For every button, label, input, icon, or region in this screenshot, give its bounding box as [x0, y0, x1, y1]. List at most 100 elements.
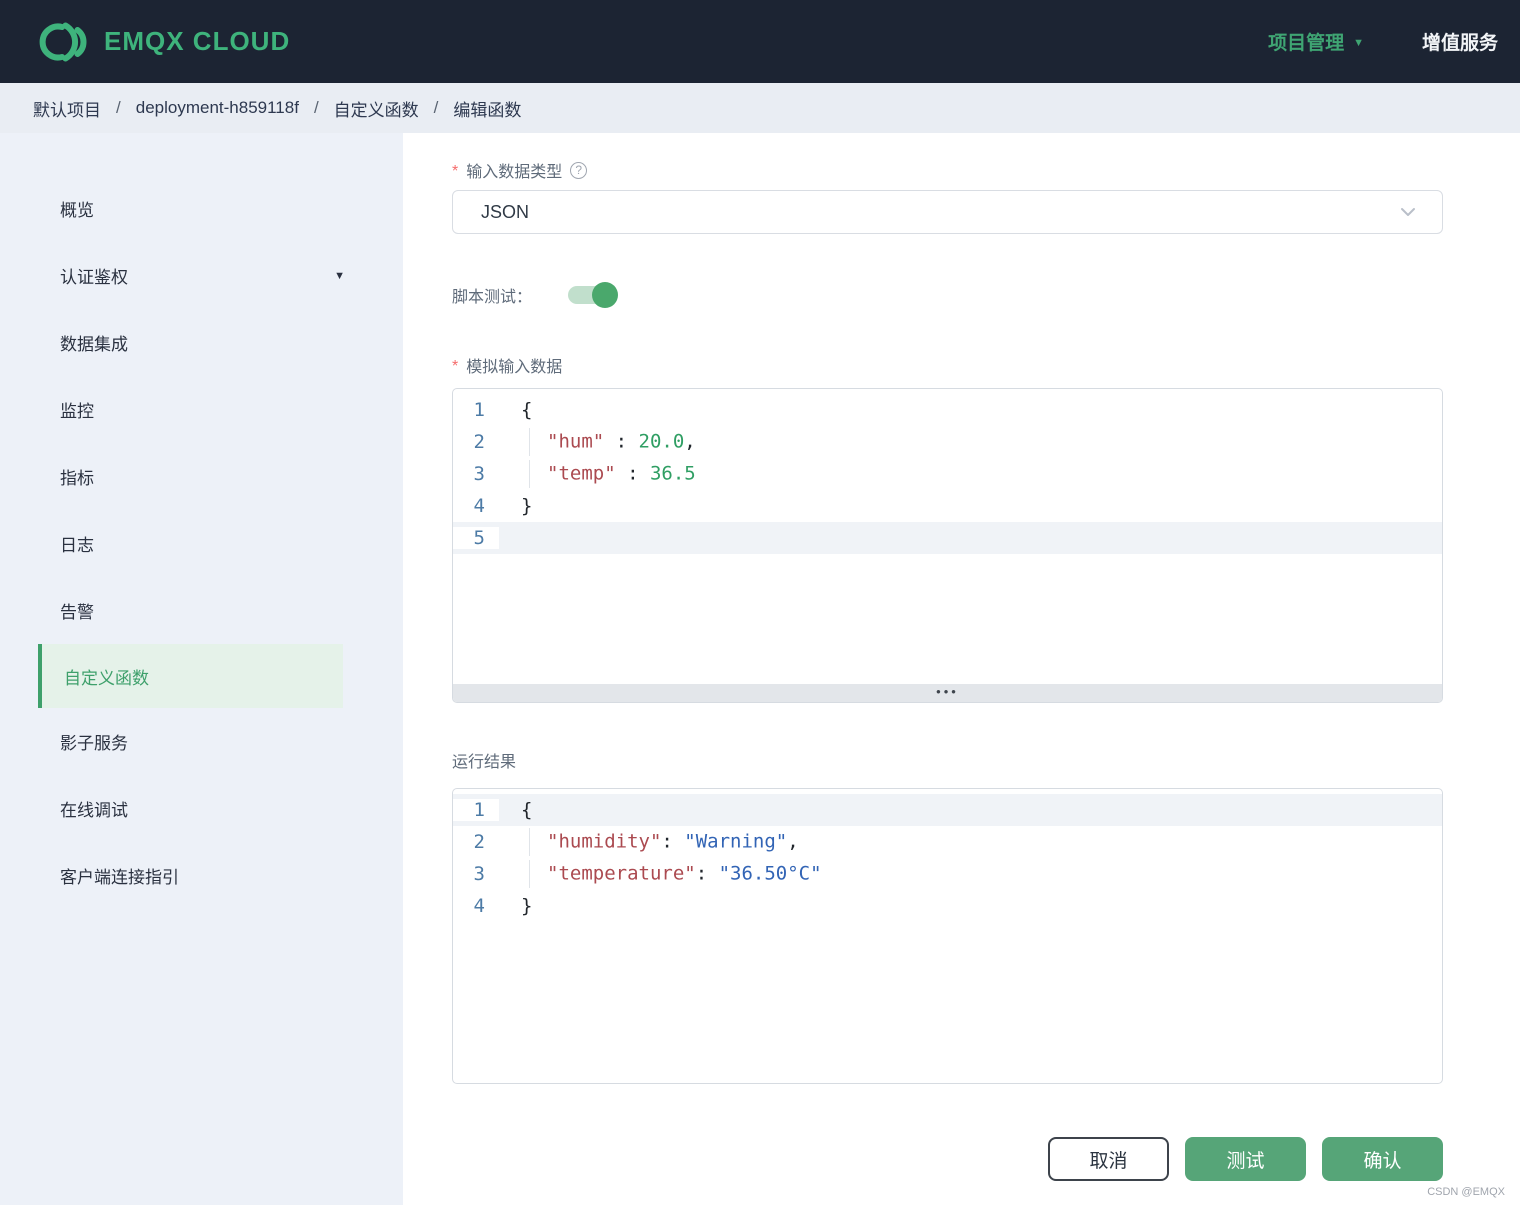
sidebar-item-label: 日志	[60, 536, 94, 555]
script-test-label: 脚本测试：	[452, 289, 533, 306]
code-content: "temp" : 36.5	[499, 460, 696, 488]
required-asterisk: *	[452, 358, 459, 375]
sidebar-item-label: 认证鉴权	[60, 268, 128, 287]
sidebar-item-5[interactable]: 日志	[0, 510, 403, 577]
sidebar-item-label: 自定义函数	[64, 668, 149, 688]
caret-down-icon: ▼	[334, 269, 345, 282]
code-line[interactable]: 1{	[453, 794, 1442, 826]
sidebar-item-label: 在线调试	[60, 801, 128, 820]
brand: EMQX CLOUD	[32, 18, 290, 66]
sidebar-item-10[interactable]: 客户端连接指引	[0, 842, 403, 909]
code-line[interactable]: 3 "temp" : 36.5	[453, 458, 1442, 490]
watermark: CSDN @EMQX	[1427, 1186, 1505, 1198]
code-content: "humidity": "Warning",	[499, 828, 799, 856]
sidebar-item-2[interactable]: 数据集成	[0, 309, 403, 376]
input-type-label: 输入数据类型	[466, 164, 563, 181]
code-token-str: "36.50°C"	[718, 862, 822, 885]
breadcrumb-item[interactable]: 编辑函数	[453, 96, 521, 121]
code-content: }	[499, 895, 532, 917]
code-token-plain: :	[695, 862, 719, 885]
emqx-logo-icon	[39, 22, 87, 61]
input-type-value: JSON	[481, 201, 530, 222]
code-token-str: "Warning"	[684, 830, 788, 853]
code-line[interactable]: 2 "humidity": "Warning",	[453, 826, 1442, 858]
code-line[interactable]: 4}	[453, 490, 1442, 522]
code-token-plain: ,	[787, 830, 799, 853]
breadcrumb-separator: /	[433, 98, 439, 117]
code-token-plain: {	[521, 399, 533, 421]
sim-input-label: 模拟输入数据	[466, 359, 563, 376]
indent-guide	[529, 860, 547, 888]
code-token-key: "temperature"	[547, 862, 696, 885]
help-icon[interactable]: ?	[570, 161, 588, 179]
code-token-plain: :	[604, 430, 639, 453]
caret-down-icon: ▼	[1353, 36, 1364, 49]
run-result-label: 运行结果	[452, 754, 517, 771]
code-token-plain: :	[661, 830, 685, 853]
editor-resize-handle[interactable]: •••	[453, 684, 1442, 702]
breadcrumb-separator: /	[116, 98, 121, 117]
sidebar-item-label: 客户端连接指引	[60, 868, 179, 887]
code-line[interactable]: 2 "hum" : 20.0,	[453, 426, 1442, 458]
value-added-services-link[interactable]: 增值服务	[1422, 28, 1498, 55]
chevron-down-icon	[1401, 208, 1415, 216]
cancel-button[interactable]: 取消	[1048, 1137, 1169, 1181]
code-line[interactable]: 1{	[453, 394, 1442, 426]
sidebar-item-9[interactable]: 在线调试	[0, 775, 403, 842]
breadcrumb-item[interactable]: 自定义函数	[334, 96, 419, 121]
code-line[interactable]: 4}	[453, 890, 1442, 922]
breadcrumb-separator: /	[313, 98, 319, 117]
sidebar-item-label: 指标	[60, 469, 94, 488]
code-token-key: "humidity"	[547, 830, 662, 853]
sidebar-item-1[interactable]: 认证鉴权 ▼	[0, 242, 403, 309]
sidebar-item-4[interactable]: 指标	[0, 443, 403, 510]
sim-input-editor[interactable]: 1{2 "hum" : 20.0, 3 "temp" : 36.5 4} 5 •••	[452, 388, 1443, 703]
run-result-label-row: 运行结果	[452, 749, 1443, 771]
sidebar-item-label: 监控	[60, 402, 94, 421]
indent-guide	[529, 828, 547, 856]
code-token-key: "hum"	[547, 430, 605, 453]
breadcrumb-item[interactable]: deployment-h859118f	[136, 98, 299, 118]
sidebar-item-label: 影子服务	[60, 734, 128, 753]
breadcrumb-item[interactable]: 默认项目	[33, 96, 101, 121]
brand-name: EMQX CLOUD	[104, 26, 291, 56]
sidebar-item-8[interactable]: 影子服务	[0, 708, 403, 775]
line-number: 5	[453, 527, 499, 549]
sidebar-item-0[interactable]: 概览	[0, 175, 403, 242]
code-content: {	[499, 399, 532, 421]
code-line[interactable]: 3 "temperature": "36.50°C"	[453, 858, 1442, 890]
line-number: 3	[453, 463, 499, 485]
main-content: * 输入数据类型 ? JSON 脚本测试： * 模拟输入数据 1{2 "hum" …	[403, 133, 1520, 1205]
code-token-num: 36.5	[649, 462, 696, 485]
project-management-menu[interactable]: 项目管理 ▼	[1268, 28, 1364, 55]
input-type-label-row: * 输入数据类型 ?	[452, 159, 1443, 181]
line-number: 4	[453, 895, 499, 917]
code-token-plain: :	[615, 462, 650, 485]
line-number: 3	[453, 863, 499, 885]
code-content: "temperature": "36.50°C"	[499, 860, 822, 888]
sidebar-item-7[interactable]: 自定义函数	[38, 644, 343, 708]
line-number: 1	[453, 399, 499, 421]
indent-guide	[529, 460, 547, 488]
code-content: }	[499, 495, 532, 517]
sidebar-item-6[interactable]: 告警	[0, 577, 403, 644]
sidebar-item-3[interactable]: 监控	[0, 376, 403, 443]
input-type-select[interactable]: JSON	[452, 190, 1443, 234]
sim-input-label-row: * 模拟输入数据	[452, 354, 1443, 376]
confirm-button[interactable]: 确认	[1322, 1137, 1443, 1181]
code-content: {	[499, 799, 532, 821]
test-button[interactable]: 测试	[1185, 1137, 1306, 1181]
line-number: 4	[453, 495, 499, 517]
sidebar-item-label: 告警	[60, 603, 94, 622]
code-token-key: "temp"	[547, 462, 616, 485]
run-result-editor[interactable]: 1{2 "humidity": "Warning", 3 "temperature":…	[452, 788, 1443, 1084]
code-content: "hum" : 20.0,	[499, 428, 696, 456]
code-token-plain: ,	[684, 430, 696, 453]
project-management-label: 项目管理	[1268, 33, 1345, 54]
code-line[interactable]: 5	[453, 522, 1442, 554]
script-test-toggle[interactable]	[568, 282, 619, 308]
code-token-num: 20.0	[638, 430, 685, 453]
code-token-plain: {	[521, 799, 533, 821]
required-asterisk: *	[452, 163, 459, 180]
line-number: 1	[453, 799, 499, 821]
